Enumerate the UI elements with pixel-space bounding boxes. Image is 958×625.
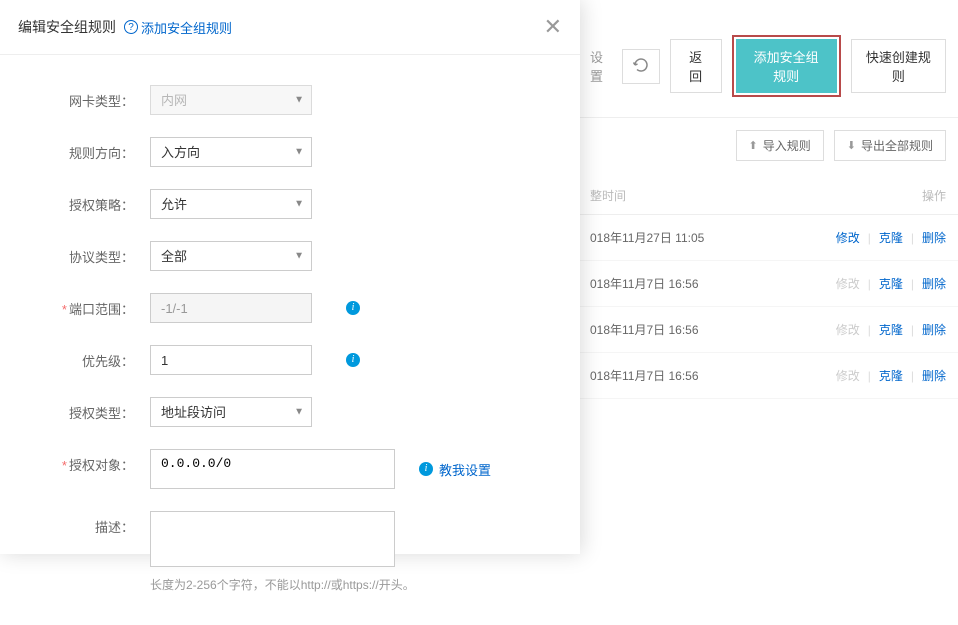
help-icon: ? bbox=[124, 20, 138, 34]
auth-type-select[interactable]: 地址段访问 bbox=[150, 397, 312, 427]
form: 网卡类型： 内网 ▼ 规则方向： 入方向 ▼ 授权策略： 允许 bbox=[0, 55, 580, 625]
bg-settings-text: 设置 bbox=[590, 47, 612, 85]
import-label: 导入规则 bbox=[763, 137, 811, 154]
description-label: 描述： bbox=[20, 511, 150, 536]
background-page: 设置 返回 添加安全组规则 快速创建规则 ⬆ 导入规则 ⬇ 导出全部规则 整时间… bbox=[578, 0, 958, 554]
row-priority: 优先级： i bbox=[20, 345, 560, 375]
row-actions: 修改|克隆|删除 bbox=[836, 229, 946, 246]
row-auth-object: *授权对象： i 教我设置 bbox=[20, 449, 560, 489]
delete-link[interactable]: 删除 bbox=[922, 229, 946, 246]
table-row: 018年11月7日 16:56修改|克隆|删除 bbox=[578, 307, 958, 353]
upload-icon: ⬆ bbox=[749, 139, 758, 152]
auth-policy-label: 授权策略： bbox=[20, 189, 150, 214]
modal-header: 编辑安全组规则 ? 添加安全组规则 ✕ bbox=[0, 0, 580, 55]
bg-toolbar: 设置 返回 添加安全组规则 快速创建规则 bbox=[578, 0, 958, 118]
row-nic-type: 网卡类型： 内网 ▼ bbox=[20, 85, 560, 115]
clone-link[interactable]: 克隆 bbox=[879, 229, 903, 246]
table-row: 018年11月27日 11:05修改|克隆|删除 bbox=[578, 215, 958, 261]
row-date: 018年11月7日 16:56 bbox=[590, 275, 836, 292]
modify-link: 修改 bbox=[836, 275, 860, 292]
auth-object-label: *授权对象： bbox=[20, 449, 150, 474]
row-auth-type: 授权类型： 地址段访问 ▼ bbox=[20, 397, 560, 427]
delete-link[interactable]: 删除 bbox=[922, 367, 946, 384]
bg-secondary-row: ⬆ 导入规则 ⬇ 导出全部规则 bbox=[578, 118, 958, 169]
bg-table-header: 整时间 操作 bbox=[578, 169, 958, 215]
row-rule-direction: 规则方向： 入方向 ▼ bbox=[20, 137, 560, 167]
auth-object-input[interactable] bbox=[150, 449, 395, 489]
row-actions: 修改|克隆|删除 bbox=[836, 367, 946, 384]
delete-link[interactable]: 删除 bbox=[922, 275, 946, 292]
col-action: 操作 bbox=[922, 187, 946, 204]
clone-link[interactable]: 克隆 bbox=[879, 321, 903, 338]
rule-direction-select[interactable]: 入方向 bbox=[150, 137, 312, 167]
refresh-button[interactable] bbox=[622, 49, 660, 84]
modify-link: 修改 bbox=[836, 367, 860, 384]
clone-link[interactable]: 克隆 bbox=[879, 367, 903, 384]
add-security-rule-button[interactable]: 添加安全组规则 bbox=[736, 39, 837, 93]
clone-link[interactable]: 克隆 bbox=[879, 275, 903, 292]
row-actions: 修改|克隆|删除 bbox=[836, 321, 946, 338]
row-auth-policy: 授权策略： 允许 ▼ bbox=[20, 189, 560, 219]
modal-title: 编辑安全组规则 ? 添加安全组规则 bbox=[18, 17, 232, 37]
refresh-icon bbox=[633, 57, 649, 73]
row-date: 018年11月7日 16:56 bbox=[590, 321, 836, 338]
rule-direction-label: 规则方向： bbox=[20, 137, 150, 162]
port-range-label: *端口范围： bbox=[20, 293, 150, 318]
delete-link[interactable]: 删除 bbox=[922, 321, 946, 338]
port-range-input bbox=[150, 293, 312, 323]
export-label: 导出全部规则 bbox=[861, 137, 933, 154]
highlight-box: 添加安全组规则 bbox=[732, 35, 841, 97]
priority-input[interactable] bbox=[150, 345, 312, 375]
row-description: 描述： 长度为2-256个字符，不能以http://或https://开头。 bbox=[20, 511, 560, 593]
row-date: 018年11月7日 16:56 bbox=[590, 367, 836, 384]
nic-type-label: 网卡类型： bbox=[20, 85, 150, 110]
table-row: 018年11月7日 16:56修改|克隆|删除 bbox=[578, 261, 958, 307]
export-rules-button[interactable]: ⬇ 导出全部规则 bbox=[834, 130, 946, 161]
modal-title-link-text: 添加安全组规则 bbox=[141, 18, 232, 37]
priority-label: 优先级： bbox=[20, 345, 150, 370]
info-icon[interactable]: i bbox=[346, 353, 360, 367]
info-icon[interactable]: i bbox=[346, 301, 360, 315]
auth-policy-select[interactable]: 允许 bbox=[150, 189, 312, 219]
back-button[interactable]: 返回 bbox=[670, 39, 722, 93]
table-row: 018年11月7日 16:56修改|克隆|删除 bbox=[578, 353, 958, 399]
row-port-range: *端口范围： i bbox=[20, 293, 560, 323]
protocol-type-label: 协议类型： bbox=[20, 241, 150, 266]
col-time: 整时间 bbox=[590, 187, 626, 204]
quick-create-rule-button[interactable]: 快速创建规则 bbox=[851, 39, 946, 93]
modify-link: 修改 bbox=[836, 321, 860, 338]
description-hint: 长度为2-256个字符，不能以http://或https://开头。 bbox=[150, 576, 415, 593]
close-icon[interactable]: ✕ bbox=[544, 14, 562, 40]
row-actions: 修改|克隆|删除 bbox=[836, 275, 946, 292]
description-input[interactable] bbox=[150, 511, 395, 567]
teach-me-text: 教我设置 bbox=[439, 460, 491, 479]
import-rules-button[interactable]: ⬆ 导入规则 bbox=[736, 130, 824, 161]
row-date: 018年11月27日 11:05 bbox=[590, 229, 836, 246]
row-protocol-type: 协议类型： 全部 ▼ bbox=[20, 241, 560, 271]
info-icon: i bbox=[419, 462, 433, 476]
auth-type-label: 授权类型： bbox=[20, 397, 150, 422]
edit-rule-modal: 编辑安全组规则 ? 添加安全组规则 ✕ 网卡类型： 内网 ▼ 规则方向： 入方 bbox=[0, 0, 580, 554]
teach-me-link[interactable]: i 教我设置 bbox=[419, 460, 491, 479]
download-icon: ⬇ bbox=[847, 139, 856, 152]
modal-title-text: 编辑安全组规则 bbox=[18, 17, 116, 37]
protocol-type-select[interactable]: 全部 bbox=[150, 241, 312, 271]
modal-title-link[interactable]: ? 添加安全组规则 bbox=[124, 18, 232, 37]
modify-link[interactable]: 修改 bbox=[836, 229, 860, 246]
nic-type-select: 内网 bbox=[150, 85, 312, 115]
